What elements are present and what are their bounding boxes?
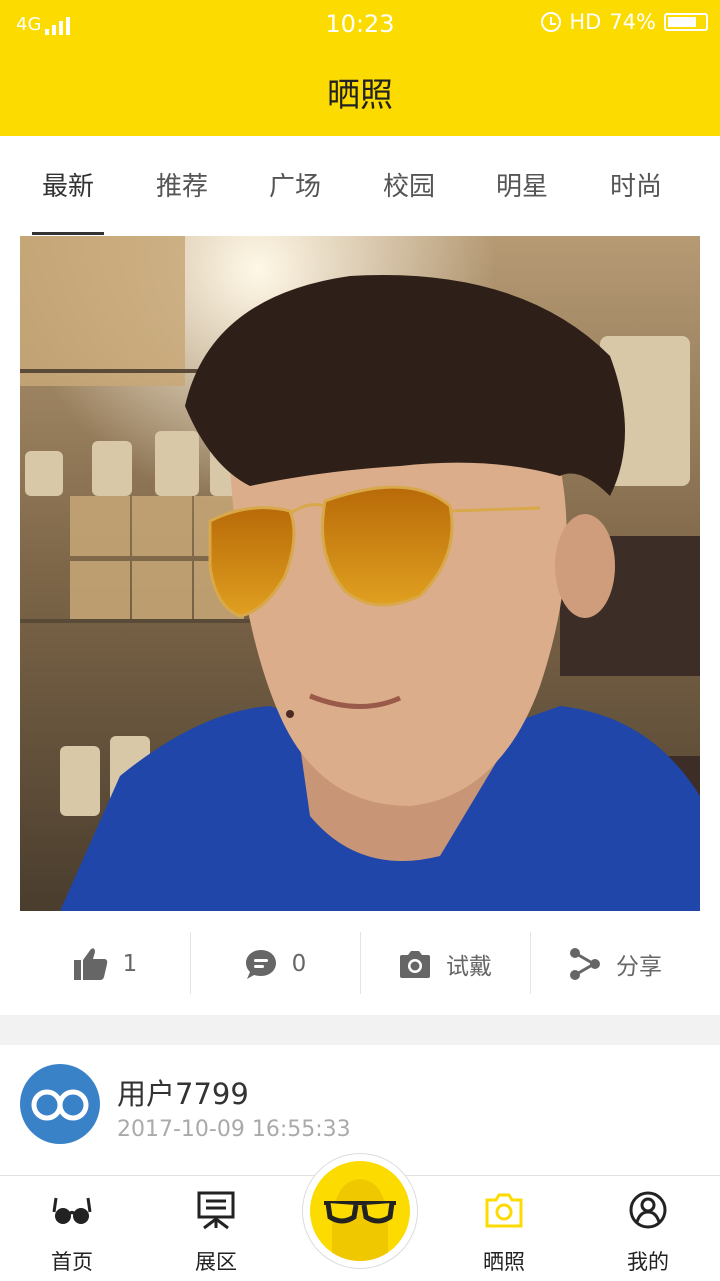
camera-icon xyxy=(485,1193,523,1228)
glasses-logo-icon xyxy=(31,1089,89,1121)
glasses-face-icon xyxy=(324,1179,396,1261)
glasses-icon xyxy=(52,1197,92,1224)
post-photo-image xyxy=(20,236,700,911)
share-label: 分享 xyxy=(616,954,662,980)
status-right: HD 74% xyxy=(541,10,708,34)
post-timestamp: 2017-10-09 16:55:33 xyxy=(117,1117,351,1142)
post-photo[interactable] xyxy=(20,236,700,911)
nav-exhibit[interactable]: 展区 xyxy=(166,1186,266,1276)
battery-percent: 74% xyxy=(609,10,656,34)
alarm-icon xyxy=(541,12,562,32)
center-try-on-button[interactable] xyxy=(310,1161,410,1261)
hd-indicator: HD xyxy=(569,10,602,34)
comment-button[interactable]: 0 xyxy=(190,930,360,998)
nav-home[interactable]: 首页 xyxy=(22,1186,122,1276)
comment-icon xyxy=(245,950,276,979)
try-on-button[interactable]: 试戴 xyxy=(360,930,530,998)
username[interactable]: 用户7799 xyxy=(117,1071,249,1113)
nav-profile[interactable]: 我的 xyxy=(598,1186,698,1276)
nav-home-label: 首页 xyxy=(51,1250,93,1274)
comment-count: 0 xyxy=(291,951,307,977)
status-bar: 4G 10:23 HD 74% xyxy=(0,0,720,50)
post-separator xyxy=(0,1015,720,1045)
avatar[interactable] xyxy=(20,1064,100,1144)
post-actions: 1 0 试戴 分享 xyxy=(0,930,720,998)
tab-latest[interactable]: 最新 xyxy=(11,166,125,203)
like-count: 1 xyxy=(122,951,138,977)
active-tab-indicator xyxy=(32,232,104,235)
like-button[interactable]: 1 xyxy=(20,930,190,998)
tab-square[interactable]: 广场 xyxy=(238,166,352,203)
try-on-label: 试戴 xyxy=(446,954,492,980)
share-icon xyxy=(570,948,600,980)
nav-photo-share[interactable]: 晒照 xyxy=(454,1186,554,1276)
tab-celebrity[interactable]: 明星 xyxy=(465,166,579,203)
thumbs-up-icon xyxy=(73,948,107,980)
top-bar: 4G 10:23 HD 74% 晒照 xyxy=(0,0,720,136)
camera-icon xyxy=(400,951,430,978)
nav-exhibit-label: 展区 xyxy=(195,1250,237,1274)
user-icon xyxy=(629,1191,667,1229)
share-button[interactable]: 分享 xyxy=(530,930,700,998)
battery-icon xyxy=(664,13,708,31)
tab-fashion[interactable]: 时尚 xyxy=(579,166,693,203)
tab-recommended[interactable]: 推荐 xyxy=(125,166,239,203)
exhibit-icon xyxy=(197,1191,235,1230)
nav-photo-share-label: 晒照 xyxy=(483,1250,525,1274)
nav-profile-label: 我的 xyxy=(627,1250,669,1274)
tab-campus[interactable]: 校园 xyxy=(352,166,466,203)
category-tabs: 最新 推荐 广场 校园 明星 时尚 xyxy=(0,136,720,236)
page-title: 晒照 xyxy=(327,75,393,114)
